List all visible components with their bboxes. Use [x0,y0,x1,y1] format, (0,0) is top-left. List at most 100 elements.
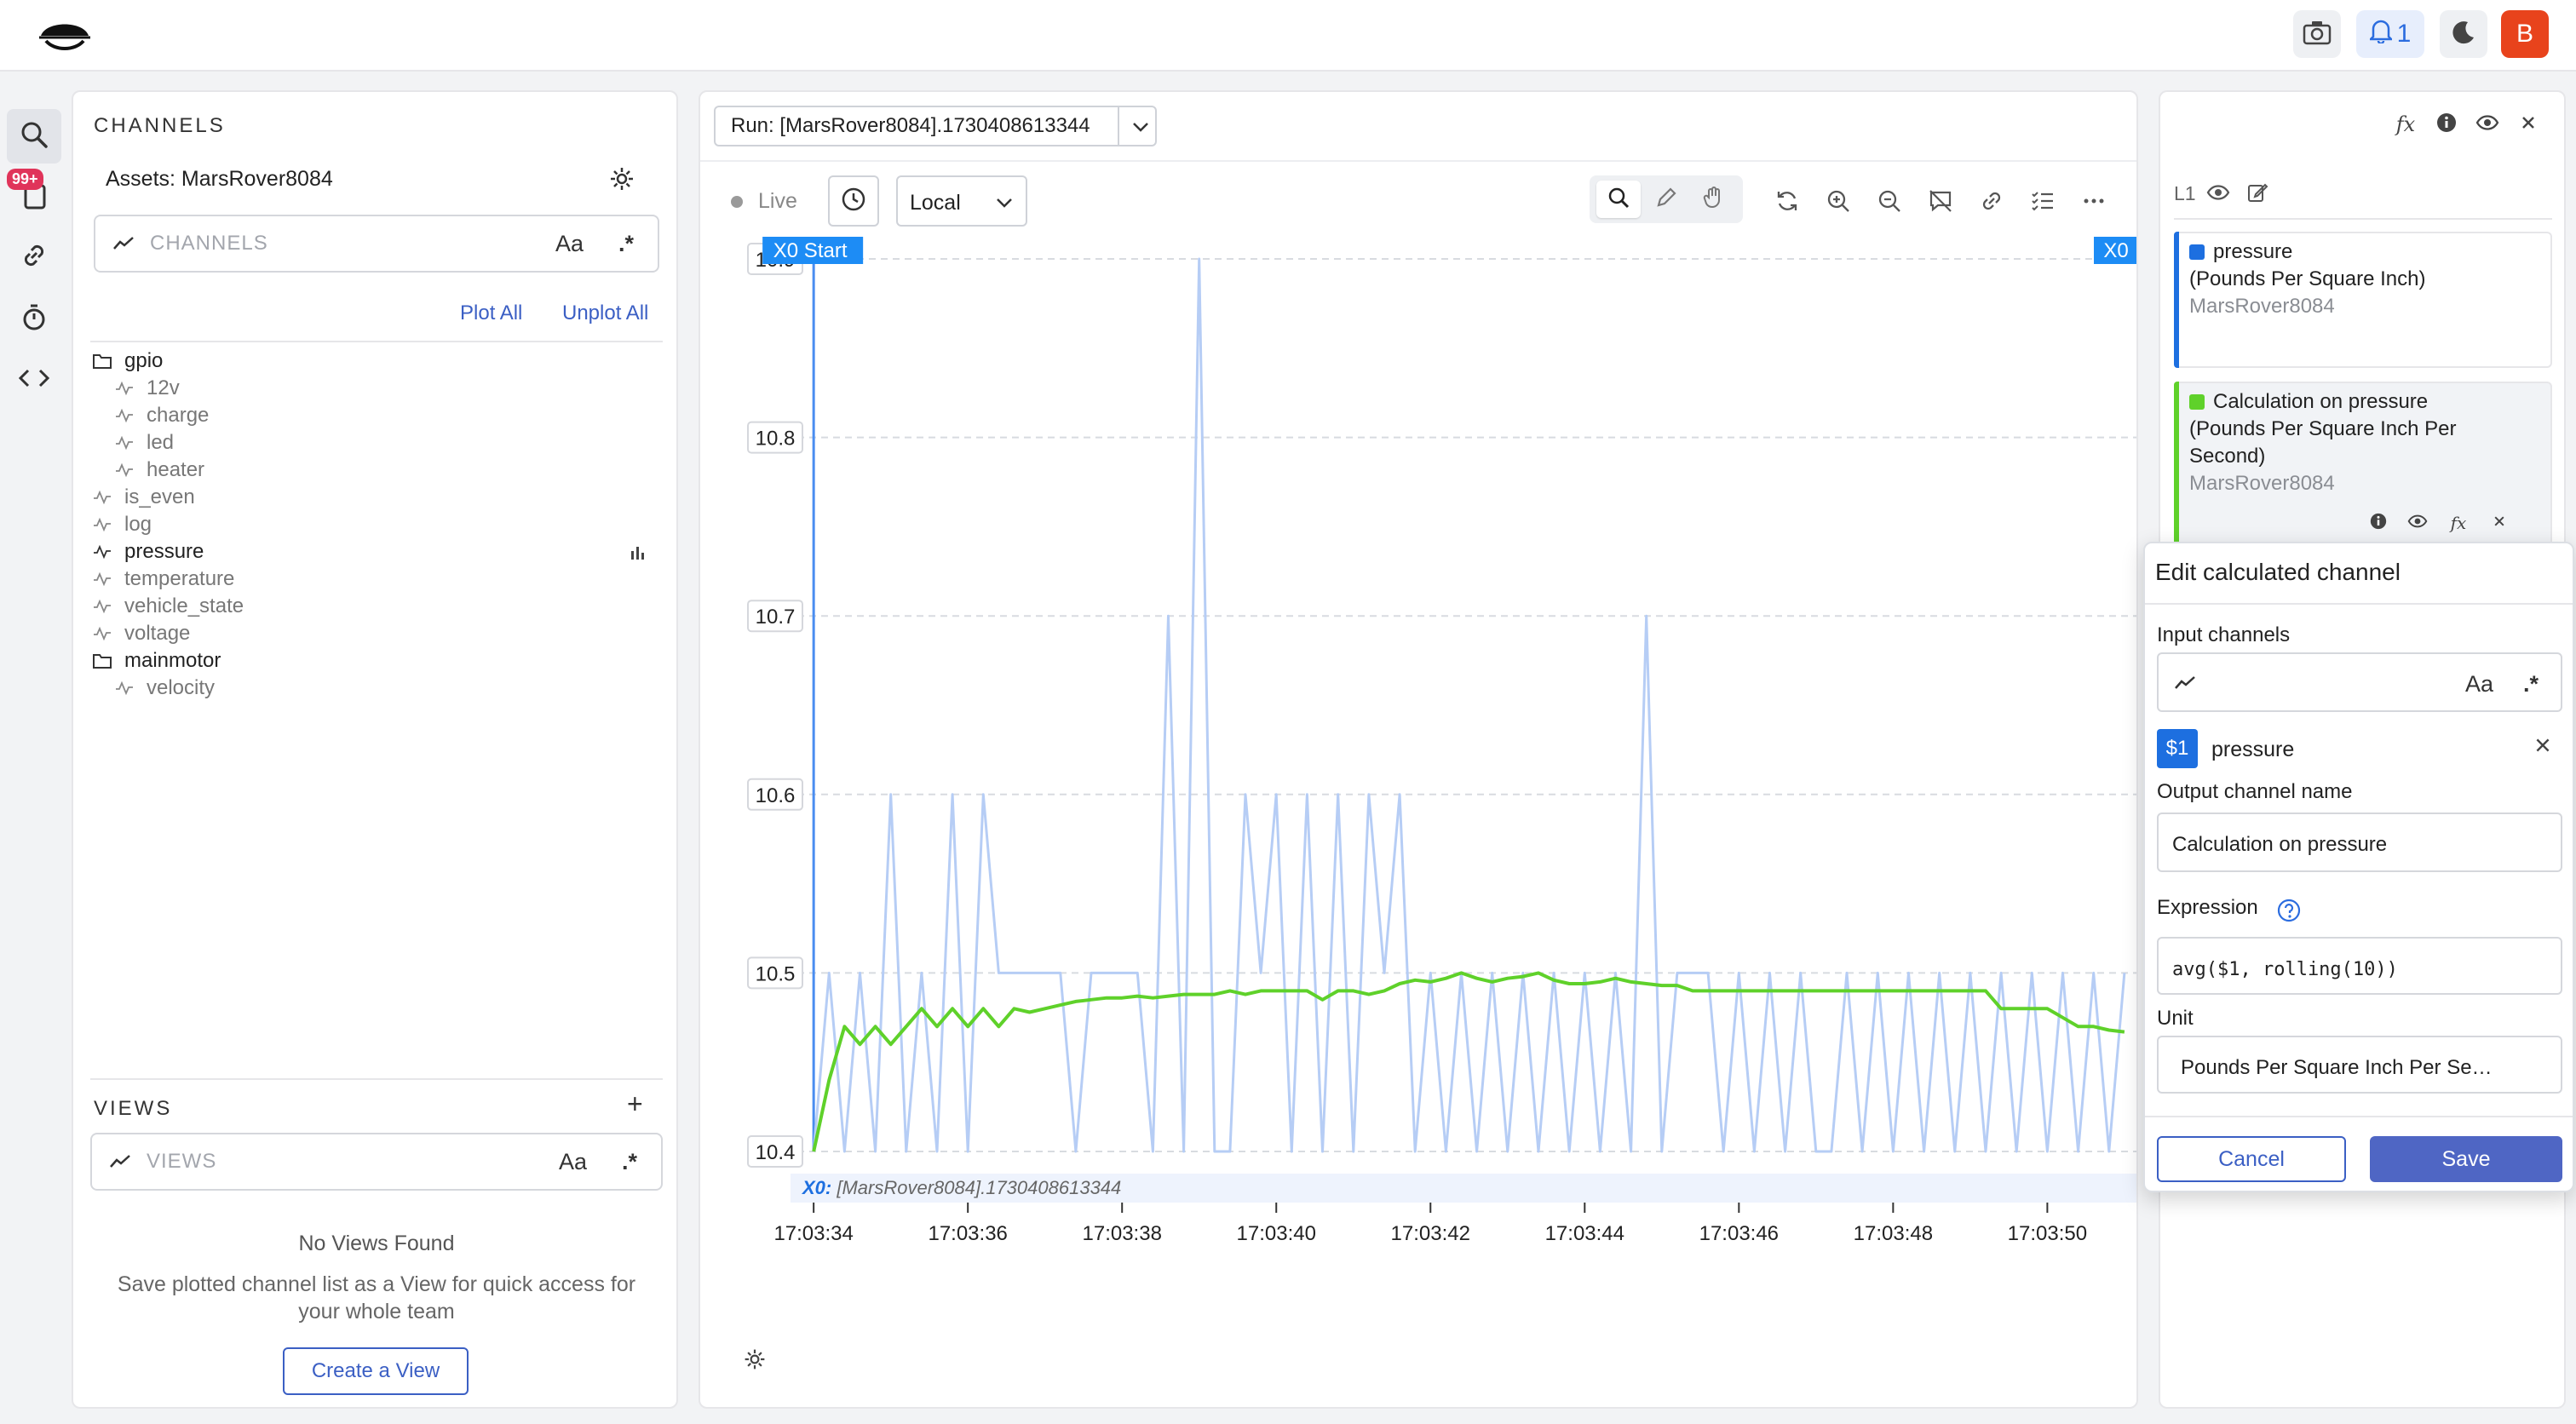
bar-chart-icon[interactable] [629,543,646,567]
comment-off-icon [1928,188,1953,218]
tree-channel[interactable]: charge [90,402,670,429]
signal-icon [90,596,114,617]
assets-settings-button[interactable] [605,164,639,198]
search-nav-button[interactable] [7,109,61,164]
search-icon [1607,186,1630,214]
layer-visibility-button[interactable] [2203,179,2234,210]
theme-toggle-button[interactable] [2440,10,2487,58]
tree-channel[interactable]: led [90,429,670,456]
function-icon: fx [2450,513,2467,533]
add-formula-button[interactable]: fx [2390,109,2421,140]
expression-help-button[interactable] [2276,898,2302,927]
visibility-button[interactable] [2472,109,2503,140]
unit-input[interactable]: Pounds Per Square Inch Per Se… [2157,1036,2562,1094]
reset-zoom-button[interactable] [1770,186,1804,220]
expression-input[interactable]: avg($1, rolling(10)) [2157,937,2562,995]
case-sensitive-toggle[interactable]: Aa [555,231,584,257]
remove-input-button[interactable] [2533,736,2552,759]
cancel-button[interactable]: Cancel [2157,1136,2346,1182]
link-icon [1979,188,2004,218]
tree-channel[interactable]: pressure [90,538,670,566]
edit-icon [2246,181,2268,208]
tree-channel[interactable]: is_even [90,484,670,511]
tree-label: vehicle_state [124,594,244,617]
zoom-in-button[interactable] [1821,186,1855,220]
views-case-toggle[interactable]: Aa [559,1149,587,1175]
annotate-mode-button[interactable] [1644,181,1688,218]
legend-entry-pressure[interactable]: pressure (Pounds Per Square Inch) MarsRo… [2174,232,2552,368]
tree-channel[interactable]: velocity [90,675,670,702]
screenshot-button[interactable] [2293,10,2341,58]
tree-channel[interactable]: log [90,511,670,538]
trend-icon [2174,675,2196,696]
legend-series-name: Calculation on pressure [2213,390,2429,413]
plot-all-button[interactable]: Plot All [460,301,522,325]
channels-search-input[interactable]: CHANNELS Aa .* [94,215,659,273]
tree-channel[interactable]: heater [90,456,670,484]
chevron-down-icon[interactable] [1130,116,1152,142]
timezone-select[interactable]: Local [896,175,1027,227]
run-label: Run: [MarsRover8084].1730408613344 [731,114,1090,137]
close-button[interactable] [2513,109,2544,140]
zoom-out-icon [1877,188,1902,218]
series-info-button[interactable] [2363,508,2394,538]
info-icon [2436,112,2457,137]
edit-layer-button[interactable] [2242,179,2273,210]
timer-nav-button[interactable] [7,291,61,346]
tree-folder[interactable]: gpio [90,347,670,375]
views-regex-toggle[interactable]: .* [622,1149,637,1175]
more-options-button[interactable] [2077,186,2111,220]
app-logo-icon[interactable] [37,17,92,55]
notifications-button[interactable]: 1 [2356,10,2424,58]
zoom-out-button[interactable] [1872,186,1906,220]
plot-settings-button[interactable] [743,1347,767,1375]
unplot-all-button[interactable]: Unplot All [562,301,648,325]
code-nav-button[interactable] [7,353,61,407]
tree-channel[interactable]: vehicle_state [90,593,670,620]
live-status-dot [731,195,743,208]
nav-rail: 99+ [0,73,68,1424]
series-remove-button[interactable] [2484,508,2515,538]
link-axes-button[interactable] [1975,186,2009,220]
info-icon [2370,513,2387,534]
series-visibility-button[interactable] [2402,508,2433,538]
info-button[interactable] [2431,109,2462,140]
tree-channel[interactable]: temperature [90,566,670,593]
save-button[interactable]: Save [2370,1136,2562,1182]
input-regex-toggle[interactable]: .* [2523,671,2539,698]
tree-label: pressure [124,540,204,563]
tree-folder[interactable]: mainmotor [90,647,670,675]
output-channel-value: Calculation on pressure [2172,833,2388,856]
add-view-button[interactable]: + [627,1088,643,1120]
tree-channel[interactable]: voltage [90,620,670,647]
timezone-value: Local [910,191,961,215]
links-nav-button[interactable] [7,230,61,284]
unit-value: Pounds Per Square Inch Per Se… [2181,1056,2493,1079]
hide-annotations-button[interactable] [1923,186,1958,220]
legend-entry-calculation[interactable]: Calculation on pressure (Pounds Per Squa… [2174,382,2552,552]
zoom-mode-button[interactable] [1596,181,1641,218]
live-toggle[interactable]: Live [731,189,797,214]
time-range-button[interactable] [828,175,879,227]
pan-mode-button[interactable] [1692,181,1736,218]
tree-label: heater [147,458,205,481]
help-icon [2276,899,2302,927]
divider [2174,218,2552,220]
input-channels-search[interactable]: Aa .* [2157,652,2562,712]
tree-channel[interactable]: 12v [90,375,670,402]
checklist-button[interactable] [2026,186,2060,220]
user-avatar[interactable]: B [2501,10,2549,58]
regex-toggle[interactable]: .* [618,231,634,257]
plot-area[interactable]: 10.910.810.710.610.510.4X0: [MarsRover80… [700,237,2138,1409]
run-select[interactable]: Run: [MarsRover8084].1730408613344 [714,106,1157,146]
create-view-button[interactable]: Create a View [283,1347,469,1395]
legend-series-unit: (Pounds Per Square Inch Per [2189,417,2457,440]
series-formula-button[interactable]: fx [2443,508,2474,538]
input-case-toggle[interactable]: Aa [2465,671,2493,698]
output-channel-name-input[interactable]: Calculation on pressure [2157,812,2562,872]
legend-series-name: pressure [2213,240,2293,263]
views-search-input[interactable]: VIEWS Aa .* [90,1133,663,1191]
y-tick-label: 10.5 [756,962,796,985]
legend-series-asset: MarsRover8084 [2189,472,2335,495]
tree-label: is_even [124,485,195,508]
